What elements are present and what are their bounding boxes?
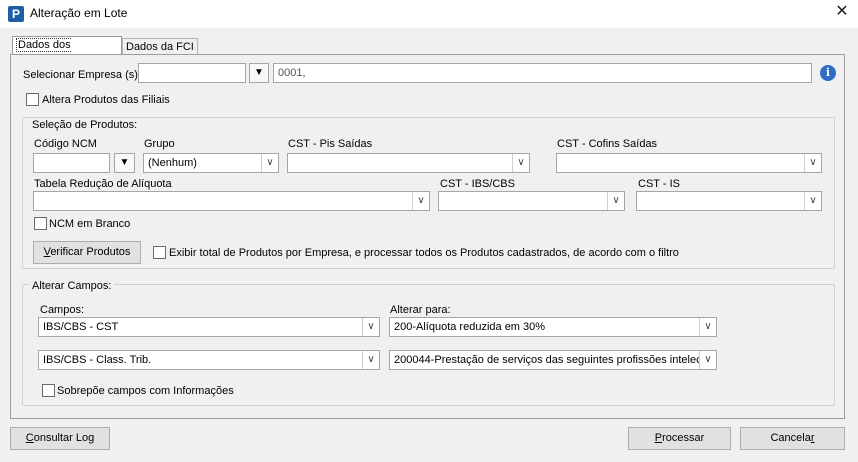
alterar-para-value-2: 200044-Prestação de serviços das seguint… bbox=[394, 354, 700, 366]
sobrepoe-label: Sobrepõe campos com Informações bbox=[57, 385, 234, 397]
campo-value-1: IBS/CBS - CST bbox=[43, 321, 119, 333]
exibir-total-label: Exibir total de Produtos por Empresa, e … bbox=[169, 247, 679, 259]
sobrepoe-checkbox[interactable] bbox=[42, 384, 55, 397]
window-title: Alteração em Lote bbox=[30, 6, 128, 20]
exibir-total-checkbox[interactable] bbox=[153, 246, 166, 259]
tab-dados-produtos[interactable]: Dados dos Produtos bbox=[12, 36, 122, 69]
campo-select-1[interactable]: IBS/CBS - CST ∨ bbox=[38, 317, 380, 337]
cst-is-label: CST - IS bbox=[638, 178, 680, 190]
title-bar bbox=[0, 0, 858, 28]
tabela-reducao-label: Tabela Redução de Alíquota bbox=[34, 178, 172, 190]
cst-is-select[interactable]: ∨ bbox=[636, 191, 822, 211]
chevron-down-icon: ∨ bbox=[412, 192, 429, 210]
ncm-dropdown-button[interactable]: ▼ bbox=[114, 153, 135, 173]
grupo-label: Grupo bbox=[144, 138, 175, 150]
chevron-down-icon: ▼ bbox=[254, 67, 264, 78]
campos-label: Campos: bbox=[40, 304, 85, 316]
cst-cofins-label: CST - Cofins Saídas bbox=[557, 138, 658, 150]
tab-dados-fci[interactable]: Dados da FCI bbox=[122, 38, 198, 55]
grupo-value: (Nenhum) bbox=[148, 157, 197, 169]
alterar-para-label: Alterar para: bbox=[390, 304, 451, 316]
altera-filiais-label: Altera Produtos das Filiais bbox=[42, 94, 170, 106]
processar-button[interactable]: Processar bbox=[628, 427, 731, 450]
ncm-label: Código NCM bbox=[34, 138, 97, 150]
alterar-para-value-1: 200-Alíquota reduzida em 30% bbox=[394, 321, 546, 333]
cst-pis-select[interactable]: ∨ bbox=[287, 153, 530, 173]
empresa-input[interactable] bbox=[138, 63, 246, 83]
grupo-select[interactable]: (Nenhum) ∨ bbox=[143, 153, 279, 173]
chevron-down-icon: ∨ bbox=[804, 192, 821, 210]
cancelar-button[interactable]: Cancelar bbox=[740, 427, 845, 450]
app-logo-icon: P bbox=[8, 6, 24, 22]
chevron-down-icon: ∨ bbox=[699, 318, 716, 336]
alterar-campos-title: Alterar Campos: bbox=[29, 280, 115, 292]
chevron-down-icon: ▼ bbox=[119, 157, 130, 168]
cst-ibs-select[interactable]: ∨ bbox=[438, 191, 625, 211]
cst-cofins-select[interactable]: ∨ bbox=[556, 153, 822, 173]
campo-value-2: IBS/CBS - Class. Trib. bbox=[43, 354, 152, 366]
empresa-codes-field: 0001, bbox=[273, 63, 812, 83]
chevron-down-icon: ∨ bbox=[512, 154, 529, 172]
ncm-branco-label: NCM em Branco bbox=[49, 218, 131, 230]
chevron-down-icon: ∨ bbox=[362, 318, 379, 336]
chevron-down-icon: ∨ bbox=[699, 351, 716, 369]
selecao-produtos-title: Seleção de Produtos: bbox=[29, 119, 141, 131]
chevron-down-icon: ∨ bbox=[607, 192, 624, 210]
cst-pis-label: CST - Pis Saídas bbox=[288, 138, 373, 150]
consultar-log-button[interactable]: Consultar Log bbox=[10, 427, 110, 450]
chevron-down-icon: ∨ bbox=[804, 154, 821, 172]
empresa-dropdown-button[interactable]: ▼ bbox=[249, 63, 269, 83]
alterar-para-select-2[interactable]: 200044-Prestação de serviços das seguint… bbox=[389, 350, 717, 370]
campo-select-2[interactable]: IBS/CBS - Class. Trib. ∨ bbox=[38, 350, 380, 370]
empresa-label: Selecionar Empresa (s): bbox=[23, 69, 141, 81]
chevron-down-icon: ∨ bbox=[362, 351, 379, 369]
close-icon[interactable]: ✕ bbox=[832, 2, 852, 22]
info-icon[interactable]: i bbox=[820, 65, 836, 81]
cst-ibs-label: CST - IBS/CBS bbox=[440, 178, 515, 190]
ncm-branco-checkbox[interactable] bbox=[34, 217, 47, 230]
ncm-input[interactable] bbox=[33, 153, 110, 173]
alterar-para-select-1[interactable]: 200-Alíquota reduzida em 30% ∨ bbox=[389, 317, 717, 337]
altera-filiais-checkbox[interactable] bbox=[26, 93, 39, 106]
verificar-produtos-button[interactable]: Verificar Produtos bbox=[33, 241, 141, 264]
chevron-down-icon: ∨ bbox=[261, 154, 278, 172]
tabela-reducao-select[interactable]: ∨ bbox=[33, 191, 430, 211]
